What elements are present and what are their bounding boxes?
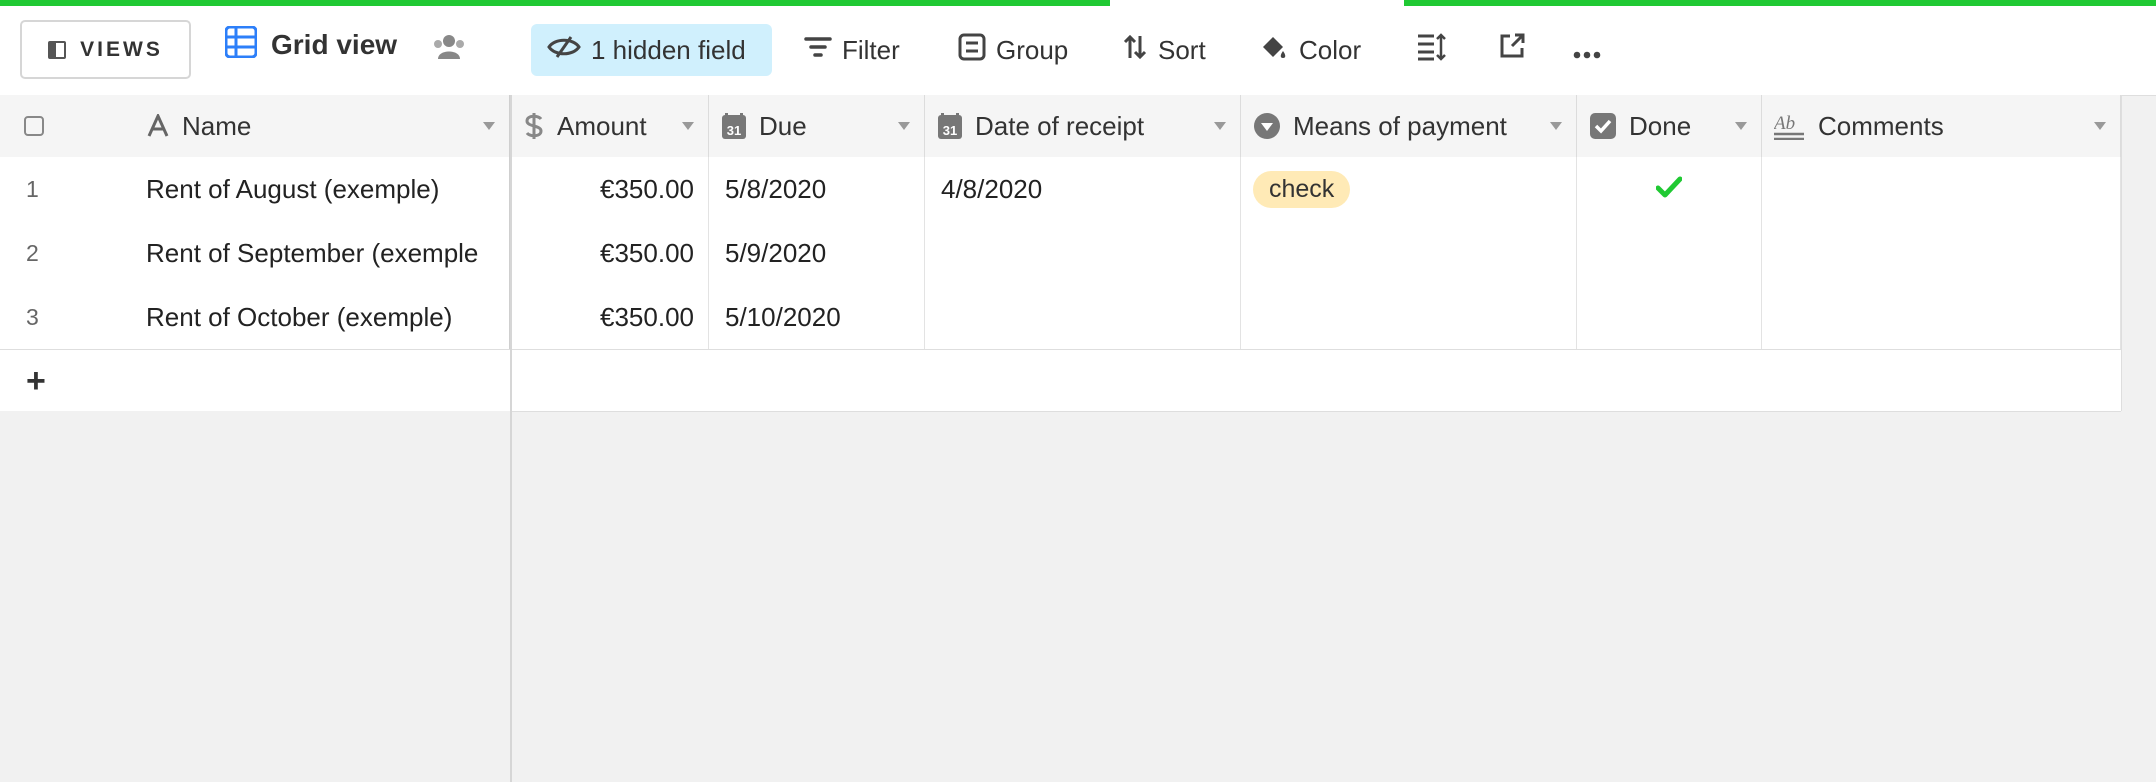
view-toolbar: VIEWS Grid view 1 hidden field Filter Gr…	[0, 0, 2156, 96]
cell-due[interactable]: 5/9/2020	[709, 221, 925, 285]
accent-strip-right	[1404, 0, 2156, 6]
cell-comments[interactable]	[1762, 221, 2121, 285]
filter-button[interactable]: Filter	[788, 24, 916, 76]
cell-done[interactable]	[1577, 157, 1762, 221]
cell-amount[interactable]: €350.00	[511, 285, 709, 349]
column-label: Amount	[557, 110, 647, 141]
cell-name[interactable]: Rent of August (exemple)	[130, 157, 511, 221]
grid-view-icon	[224, 25, 258, 63]
select-all-checkbox[interactable]	[24, 116, 44, 136]
date-field-icon: 31	[937, 112, 963, 140]
group-button[interactable]: Group	[942, 24, 1084, 76]
group-label: Group	[996, 34, 1069, 65]
checkbox-field-icon	[1589, 112, 1617, 140]
row-number: 1	[26, 175, 39, 202]
cell-date-of-receipt[interactable]	[925, 221, 1241, 285]
cell-means-of-payment[interactable]	[1241, 221, 1577, 285]
cell-amount[interactable]: €350.00	[511, 157, 709, 221]
sort-button[interactable]: Sort	[1106, 24, 1222, 76]
share-view-icon[interactable]	[1498, 32, 1526, 65]
frozen-column-divider[interactable]	[510, 95, 512, 782]
column-label: Name	[182, 110, 252, 141]
cell-name[interactable]: Rent of October (exemple)	[130, 285, 511, 349]
cell-due[interactable]: 5/10/2020	[709, 285, 925, 349]
svg-text:31: 31	[727, 123, 741, 138]
view-switcher[interactable]: Grid view	[224, 25, 398, 63]
column-header-means-of-payment[interactable]: Means of payment	[1241, 95, 1577, 157]
cell-name[interactable]: Rent of September (exemple	[130, 221, 511, 285]
select-all-cell	[0, 95, 130, 157]
view-name: Grid view	[271, 28, 398, 60]
hidden-fields-button[interactable]: 1 hidden field	[531, 24, 772, 76]
column-header-done[interactable]: Done	[1577, 95, 1762, 157]
chevron-down-icon[interactable]	[1214, 122, 1226, 130]
column-label: Comments	[1818, 110, 1944, 141]
hidden-fields-label: 1 hidden field	[591, 34, 746, 65]
column-header-comments[interactable]: Ab Comments	[1762, 95, 2121, 157]
table-row[interactable]: 1 Rent of August (exemple) €350.00 5/8/2…	[0, 157, 2121, 222]
row-number: 3	[26, 303, 39, 330]
svg-text:31: 31	[943, 123, 957, 138]
cell-done[interactable]	[1577, 221, 1762, 285]
filter-label: Filter	[842, 34, 900, 65]
date-field-icon: 31	[721, 112, 747, 140]
chevron-down-icon[interactable]	[2094, 122, 2106, 130]
cell-date-of-receipt[interactable]: 4/8/2020	[925, 157, 1241, 221]
chevron-down-icon[interactable]	[483, 122, 495, 130]
column-label: Date of receipt	[975, 110, 1145, 141]
table-row[interactable]: 3 Rent of October (exemple) €350.00 5/10…	[0, 285, 2121, 350]
views-button-label: VIEWS	[80, 37, 163, 61]
collaborators-icon[interactable]	[432, 34, 466, 65]
sidebar-icon	[48, 40, 67, 59]
sort-label: Sort	[1158, 34, 1206, 65]
chevron-down-icon[interactable]	[898, 122, 910, 130]
add-record-row[interactable]: +	[0, 350, 2121, 412]
sort-icon	[1122, 34, 1148, 67]
add-record-button[interactable]: +	[26, 362, 46, 401]
chevron-down-icon[interactable]	[1735, 122, 1747, 130]
chevron-down-icon[interactable]	[1550, 122, 1562, 130]
group-icon	[958, 33, 986, 68]
single-select-field-icon	[1253, 112, 1281, 140]
cell-amount[interactable]: €350.00	[511, 221, 709, 285]
accent-strip	[0, 0, 1110, 6]
filter-icon	[804, 35, 832, 66]
row-height-icon[interactable]	[1416, 32, 1446, 67]
hide-fields-icon	[547, 35, 581, 66]
cell-comments[interactable]	[1762, 285, 2121, 349]
cell-due[interactable]: 5/8/2020	[709, 157, 925, 221]
cell-date-of-receipt[interactable]	[925, 285, 1241, 349]
currency-field-icon	[523, 112, 545, 140]
airtable-grid-page: VIEWS Grid view 1 hidden field Filter Gr…	[0, 0, 2156, 782]
cell-means-of-payment[interactable]	[1241, 285, 1577, 349]
text-field-icon	[146, 114, 170, 138]
chevron-down-icon[interactable]	[682, 122, 694, 130]
column-label: Done	[1629, 110, 1692, 141]
cell-comments[interactable]	[1762, 157, 2121, 221]
column-label: Means of payment	[1293, 110, 1507, 141]
long-text-field-icon: Ab	[1774, 112, 1806, 140]
column-header-due[interactable]: 31 Due	[709, 95, 925, 157]
views-button[interactable]: VIEWS	[20, 20, 191, 79]
table-row[interactable]: 2 Rent of September (exemple €350.00 5/9…	[0, 221, 2121, 286]
row-number: 2	[26, 239, 39, 266]
color-button[interactable]: Color	[1243, 24, 1377, 76]
more-icon[interactable]	[1573, 46, 1601, 64]
color-icon	[1259, 33, 1289, 68]
left-pane-empty-area	[0, 411, 510, 782]
checkmark-icon	[1655, 174, 1683, 205]
svg-text:Ab: Ab	[1774, 113, 1795, 134]
color-label: Color	[1299, 34, 1362, 65]
column-header-name[interactable]: Name	[130, 95, 511, 157]
cell-means-of-payment[interactable]: check	[1241, 157, 1577, 221]
column-header-amount[interactable]: Amount	[511, 95, 709, 157]
select-option-pill: check	[1253, 170, 1351, 208]
table-header: Name Amount 31 Due 31 Date of receipt Me…	[0, 95, 2121, 158]
column-header-date-of-receipt[interactable]: 31 Date of receipt	[925, 95, 1241, 157]
table-right-edge	[2121, 95, 2122, 411]
column-label: Due	[759, 110, 807, 141]
cell-done[interactable]	[1577, 285, 1762, 349]
